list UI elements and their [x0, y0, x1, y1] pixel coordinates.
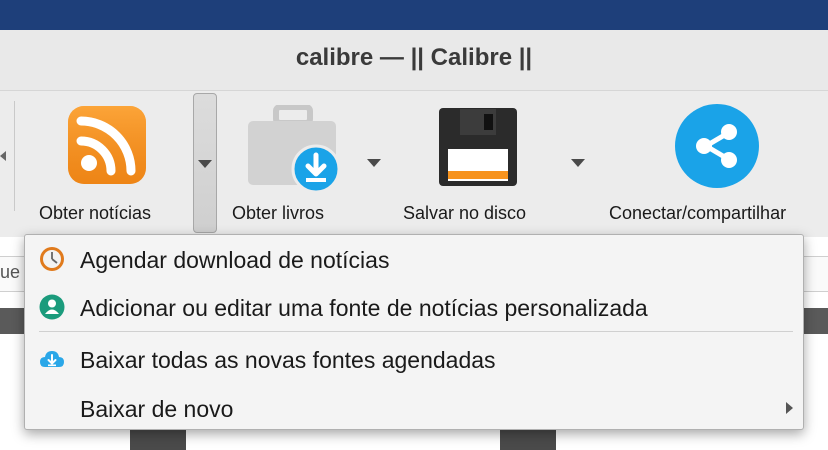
menu-item-download-again[interactable]: Baixar de novo — [25, 386, 803, 430]
cover-placeholder — [500, 428, 556, 450]
clock-icon — [40, 247, 64, 271]
floppy-disk-icon — [439, 108, 517, 186]
connect-share-button[interactable]: Conectar/compartilhar — [604, 91, 828, 231]
fetch-news-button[interactable]: Obter notícias — [30, 91, 190, 231]
chevron-right-icon — [786, 402, 793, 414]
menu-separator — [39, 331, 793, 332]
menu-item-label: Baixar de novo — [80, 396, 234, 422]
previous-dropdown-arrow-icon[interactable] — [0, 151, 6, 161]
menu-item-schedule-news[interactable]: Agendar download de notícias — [25, 237, 803, 281]
rss-icon — [68, 106, 146, 184]
window-top-bar — [0, 0, 828, 30]
fetch-news-label: Obter notícias — [39, 203, 152, 223]
share-icon — [675, 104, 759, 188]
toolbar-separator — [14, 101, 15, 211]
fetch-news-menu: Agendar download de notícias Adicionar o… — [24, 234, 804, 430]
cloud-download-icon — [40, 351, 64, 367]
get-books-label: Obter livros — [232, 203, 325, 223]
title-bar: calibre — || Calibre || — [0, 30, 828, 91]
window-title: calibre — || Calibre || — [295, 44, 533, 71]
connect-share-label: Conectar/compartilhar — [609, 203, 787, 223]
save-to-disk-button[interactable]: Salvar no disco — [398, 91, 568, 231]
save-to-disk-dropdown-arrow-icon[interactable] — [571, 159, 585, 167]
menu-item-download-all-scheduled[interactable]: Baixar todas as novas fontes agendadas — [25, 337, 803, 381]
get-books-dropdown-arrow-icon[interactable] — [367, 159, 381, 167]
fetch-news-dropdown-button[interactable] — [193, 93, 217, 233]
search-text: ue — [0, 262, 21, 282]
menu-item-custom-news-source[interactable]: Adicionar ou editar uma fonte de notícia… — [25, 285, 803, 329]
get-books-button[interactable]: Obter livros — [220, 91, 370, 231]
menu-item-label: Adicionar ou editar uma fonte de notícia… — [80, 295, 648, 321]
briefcase-download-icon — [248, 105, 341, 194]
save-to-disk-label: Salvar no disco — [403, 203, 527, 223]
user-icon — [39, 294, 65, 320]
cover-placeholder — [130, 428, 186, 450]
menu-item-label: Agendar download de notícias — [80, 247, 390, 273]
menu-item-label: Baixar todas as novas fontes agendadas — [80, 347, 496, 373]
chevron-down-icon — [198, 160, 212, 168]
main-toolbar: Obter notícias Obter livros Salvar no di… — [0, 91, 828, 237]
